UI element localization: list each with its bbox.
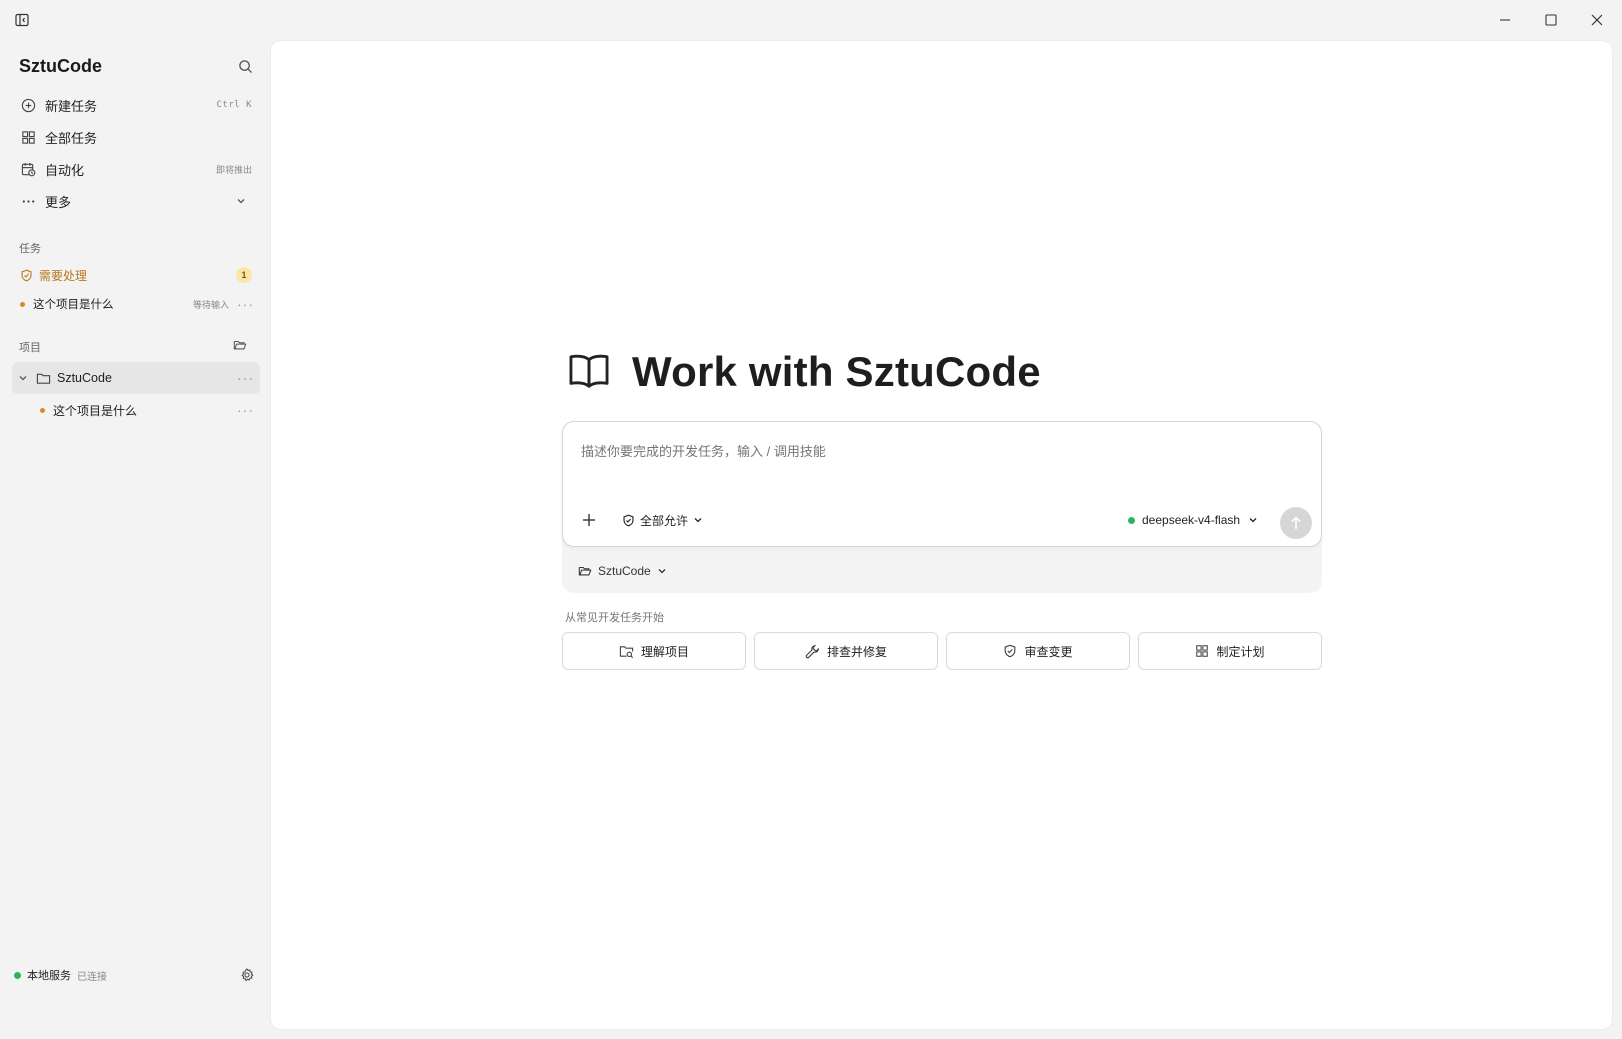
shortcut-hint: Ctrl K [216,100,252,110]
nav-automation-label: 自动化 [45,162,85,178]
projects-section-label: 项目 [19,342,41,354]
chevron-down-icon [1249,518,1257,523]
gear-icon[interactable] [240,968,254,982]
hero-title: Work with SztuCode [632,348,1041,395]
search-icon[interactable] [234,55,256,77]
starter-label: 制定计划 [1216,644,1265,659]
starter-review-changes[interactable]: 审查变更 [946,632,1130,670]
starter-understand-project[interactable]: 理解项目 [562,632,746,670]
title-bar [0,0,1622,40]
minimize-icon[interactable] [1491,8,1519,32]
grid-icon [20,129,36,145]
more-options-icon[interactable]: ··· [237,402,254,418]
tasks-section-label: 任务 [19,243,41,255]
model-label: deepseek-v4-flash [1142,513,1241,527]
nav-all-tasks-label: 全部任务 [45,130,98,146]
starter-label: 排查并修复 [826,644,887,659]
book-open-icon [568,352,612,392]
app-brand: SztuCode [19,56,102,76]
shield-check-icon [623,514,634,526]
folder-open-icon [578,566,592,576]
project-selector-label: SztuCode [598,564,651,578]
count-badge: 1 [236,267,252,283]
starters-label: 从常见开发任务开始 [565,612,664,624]
service-status: 已连接 [77,971,107,983]
permission-selector[interactable]: 全部允许 [622,509,708,531]
shield-icon [1003,644,1024,658]
shield-check-icon [20,269,33,282]
nav-automation[interactable]: 自动化 即将推出 [12,154,260,184]
coming-soon-tag: 即将推出 [215,164,252,175]
nav-more[interactable]: 更多 [12,186,260,216]
connection-status-dot [14,971,21,979]
needs-attention-item[interactable]: 需要处理 1 [12,261,260,289]
layout-grid-icon [1195,644,1216,658]
permission-label: 全部允许 [640,513,689,528]
project-task-label: 这个项目是什么 [53,403,138,418]
more-options-icon[interactable]: ··· [237,296,254,312]
nav-all-tasks[interactable]: 全部任务 [12,122,260,152]
more-options-icon[interactable]: ··· [237,370,254,386]
service-label: 本地服务 [27,970,71,982]
project-task-item[interactable]: 这个项目是什么 ··· [12,396,260,424]
starter-debug-fix[interactable]: 排查并修复 [754,632,938,670]
prompt-input[interactable] [581,444,1281,459]
starter-make-plan[interactable]: 制定计划 [1138,632,1322,670]
ellipsis-icon [20,193,36,209]
project-name: SztuCode [57,371,112,385]
starter-label: 理解项目 [640,644,689,659]
nav-new-task-label: 新建任务 [45,98,98,114]
chevron-down-icon [658,569,666,574]
folder-icon [36,371,51,386]
nav-new-task[interactable]: 新建任务 Ctrl K [12,90,260,120]
maximize-icon[interactable] [1537,8,1565,32]
composer-container: 全部允许 deepseek-v4-flash SztuCode [562,421,1322,593]
plus-circle-icon [20,97,36,113]
calendar-clock-icon [20,161,36,177]
sidebar-toggle-icon[interactable] [8,8,36,32]
task-item-label: 这个项目是什么 [33,299,114,311]
composer: 全部允许 deepseek-v4-flash [562,421,1322,547]
project-row[interactable]: SztuCode ··· [12,362,260,394]
hero: Work with SztuCode [568,348,1041,396]
task-status: 等待输入 [192,299,229,310]
sidebar-footer: 本地服务 已连接 [14,964,260,986]
needs-attention-label: 需要处理 [39,268,88,283]
send-button[interactable] [1280,507,1312,539]
sidebar: SztuCode 新建任务 Ctrl K 全部任务 自动化 即将推出 更多 任务 [0,40,271,1039]
folder-search-icon [619,644,641,659]
project-selector[interactable]: SztuCode [578,561,673,581]
chevron-down-icon [694,518,702,523]
model-status-dot [1128,516,1135,524]
status-dot [40,407,45,413]
model-selector[interactable]: deepseek-v4-flash [1128,509,1258,531]
open-folder-icon[interactable] [231,336,249,354]
chevron-down-icon [236,196,246,206]
starter-actions: 理解项目 排查并修复 审查变更 制定计划 [562,632,1322,670]
chevron-down-icon[interactable] [18,373,28,383]
status-dot [20,301,25,307]
task-item[interactable]: 这个项目是什么 等待输入 ··· [12,290,260,318]
add-attachment-button[interactable] [579,510,599,530]
wrench-icon [805,644,827,659]
main-panel: Work with SztuCode 全部允许 deepseek-v4-flas… [271,41,1612,1029]
close-icon[interactable] [1583,8,1611,32]
nav-more-label: 更多 [45,194,72,210]
starter-label: 审查变更 [1024,644,1073,659]
arrow-up-icon [1291,516,1301,529]
